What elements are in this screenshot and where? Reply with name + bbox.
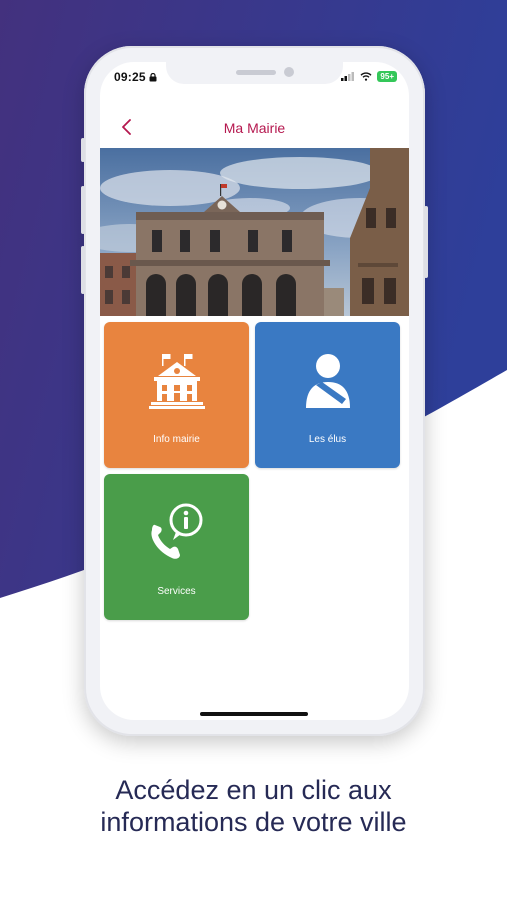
phone-info-icon: [104, 500, 249, 567]
power-button: [424, 206, 428, 278]
town-hall-icon: [104, 352, 249, 415]
phone-frame: 09:25 95+ Ma Mairie Info mairie Les élus…: [81, 46, 428, 736]
town-hall-photo: [100, 148, 409, 316]
speaker: [236, 70, 276, 75]
volume-up-button: [81, 186, 85, 234]
tile-label: Services: [157, 586, 196, 597]
lock-icon: [149, 72, 157, 82]
status-icons: 95+: [341, 71, 397, 82]
signal-icon: [341, 72, 355, 81]
status-time: 09:25: [114, 70, 157, 84]
page-title: Ma Mairie: [223, 120, 286, 136]
tile-les-elus[interactable]: Les élus: [255, 322, 400, 468]
caption-line-2: informations de votre ville: [100, 807, 407, 837]
wifi-icon: [360, 72, 372, 81]
tile-label: Les élus: [308, 434, 347, 445]
nav-bar: Ma Mairie: [100, 110, 409, 144]
front-camera: [284, 67, 294, 77]
tile-label: Info mairie: [153, 434, 200, 445]
tile-services[interactable]: Services: [104, 474, 249, 620]
elected-official-icon: [255, 352, 400, 415]
status-time-text: 09:25: [114, 70, 146, 84]
battery-indicator: 95+: [377, 71, 397, 82]
home-indicator[interactable]: [200, 712, 308, 716]
app-screen: 09:25 95+ Ma Mairie Info mairie Les élus…: [100, 62, 409, 720]
tile-info-mairie[interactable]: Info mairie: [104, 322, 249, 468]
volume-down-button: [81, 246, 85, 294]
caption-line-1: Accédez en un clic aux: [115, 775, 392, 805]
mute-switch: [81, 138, 85, 162]
notch: [166, 62, 343, 84]
